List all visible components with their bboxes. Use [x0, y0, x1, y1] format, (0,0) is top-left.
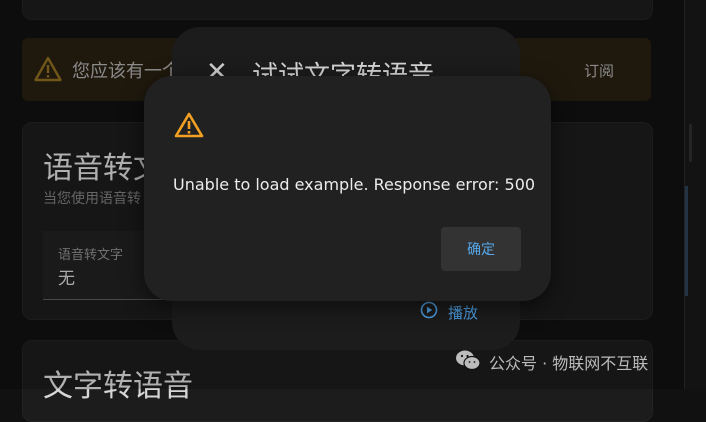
play-button[interactable]: 播放: [420, 301, 478, 323]
confirm-button[interactable]: 确定: [441, 227, 521, 271]
error-message: Unable to load example. Response error: …: [173, 175, 536, 194]
watermark: 公众号 · 物联网不互联: [455, 349, 648, 375]
play-label: 播放: [448, 303, 479, 322]
play-icon: [420, 301, 438, 323]
warning-icon: [174, 112, 204, 138]
error-dialog: Unable to load example. Response error: …: [144, 76, 551, 301]
wechat-icon: [455, 349, 481, 375]
watermark-text: 公众号 · 物联网不互联: [489, 354, 649, 373]
